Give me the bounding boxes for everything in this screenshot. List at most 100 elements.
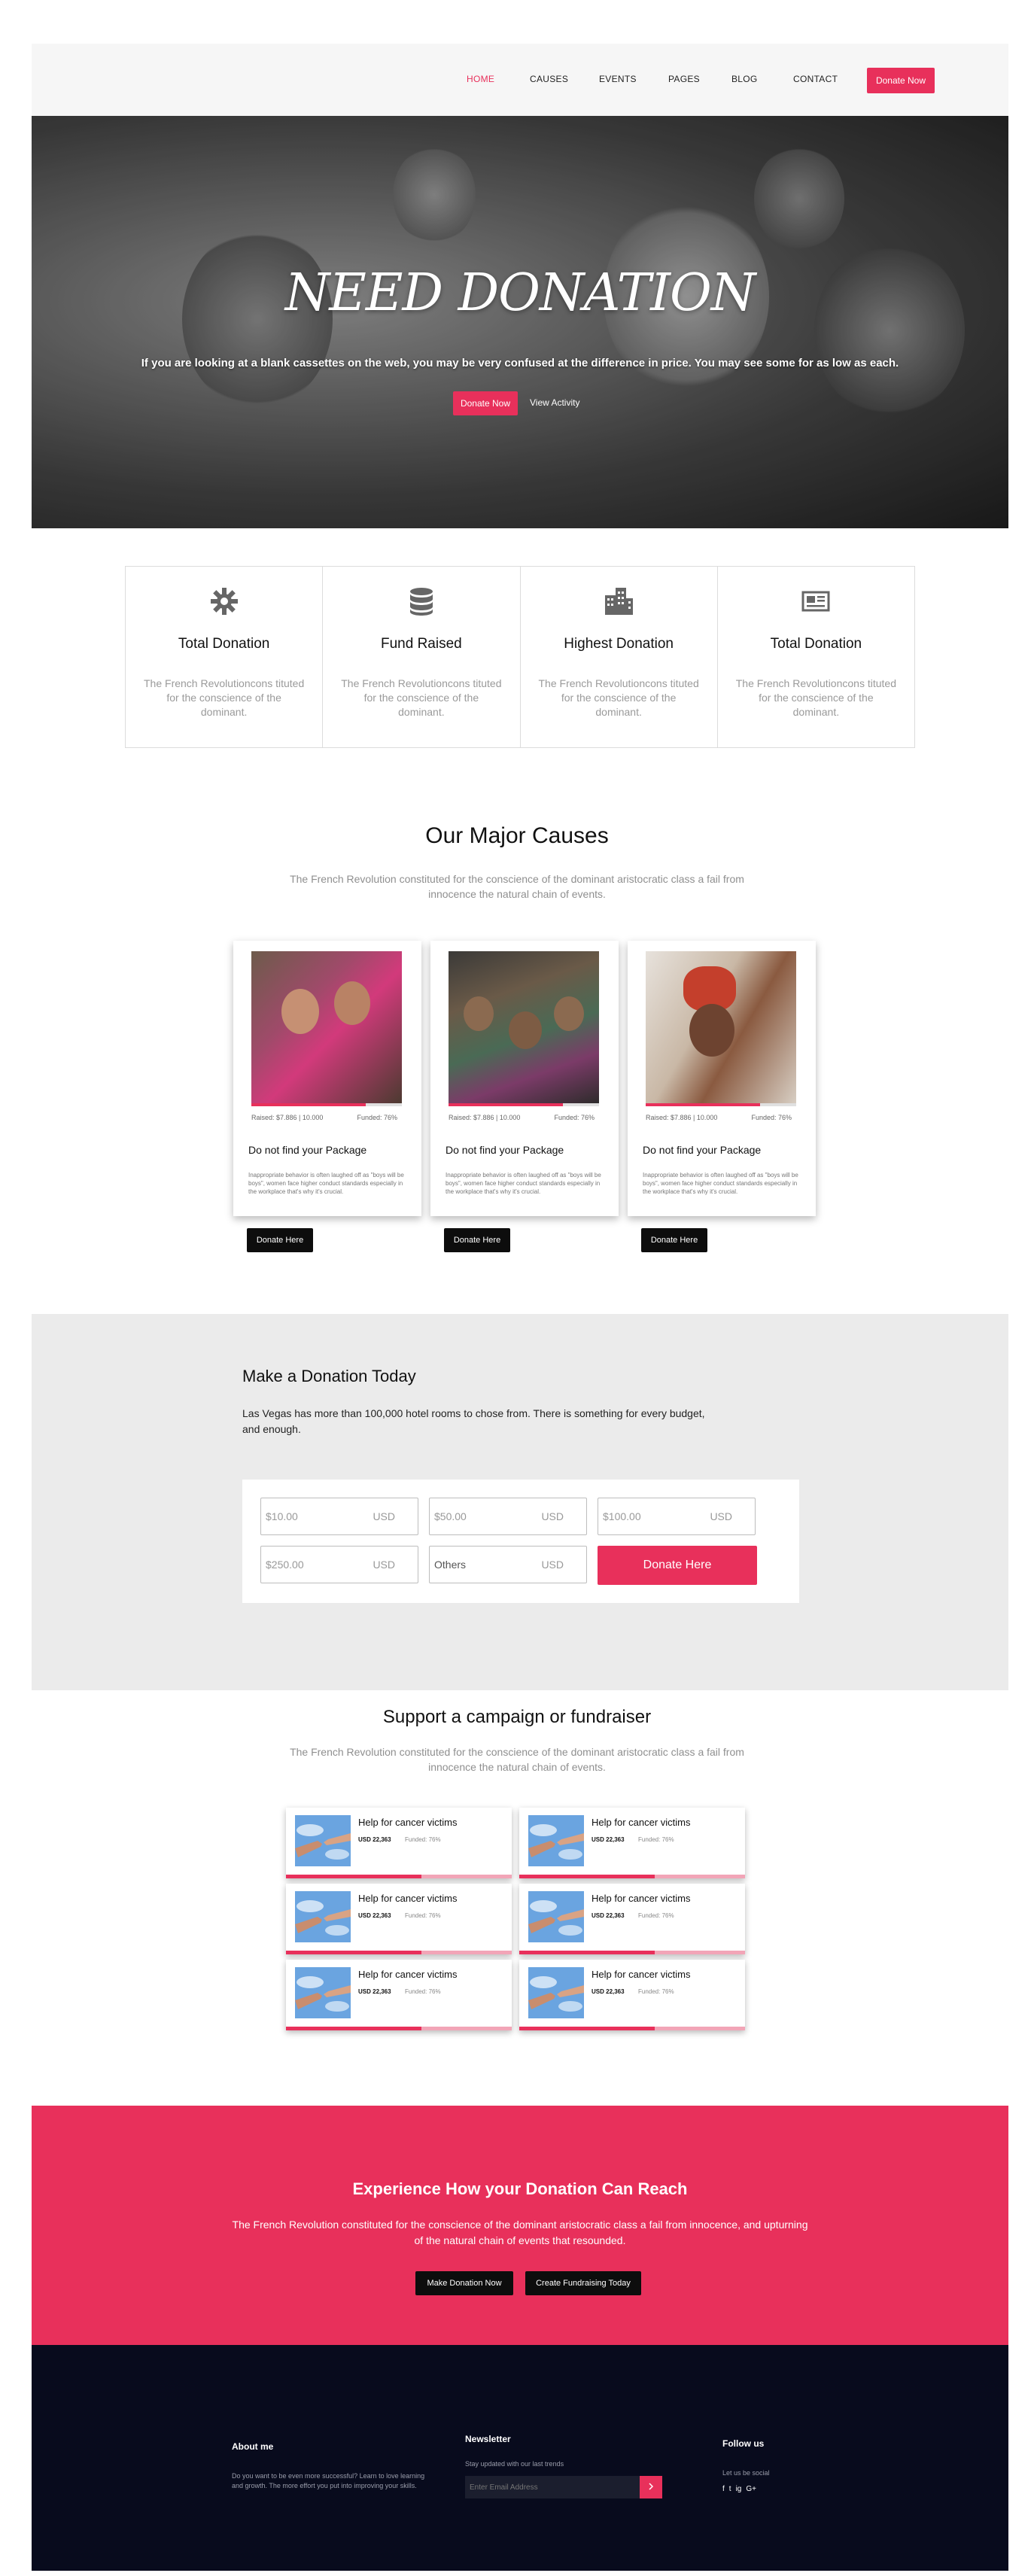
twitter-icon[interactable]: t (729, 2485, 731, 2493)
create-fundraising-button[interactable]: Create Fundraising Today (525, 2271, 641, 2295)
nav-blog[interactable]: BLOG (731, 74, 758, 84)
cause-meta: Raised: $7.886 | 10.000 Funded: 76% (449, 1114, 599, 1121)
cta-text: The French Revolution constituted for th… (232, 2219, 808, 2246)
footer-newsletter-title: Newsletter (465, 2434, 511, 2444)
stat-card: Fund Raised The French Revolutioncons ti… (323, 567, 521, 747)
fundraiser-card[interactable]: Help for cancer victims USD 22,363 Funded:… (519, 1808, 745, 1878)
fundraiser-title: Support a campaign or fundraiser (382, 1707, 652, 1727)
fundraiser-photo (295, 1967, 351, 2018)
amount-value: $10.00 (266, 1510, 298, 1522)
nav-pages[interactable]: PAGES (668, 74, 700, 84)
instagram-icon[interactable]: ig (736, 2485, 742, 2493)
nav-donate-button[interactable]: Donate Now (867, 68, 935, 93)
cause-meta: Raised: $7.886 | 10.000 Funded: 76% (251, 1114, 402, 1121)
amount-option[interactable]: $250.00 USD (260, 1546, 418, 1583)
fundraiser-progress (286, 2027, 512, 2030)
donation-section: Make a Donation Today Las Vegas has more… (32, 1314, 1008, 1690)
newsletter-submit-button[interactable] (640, 2476, 662, 2498)
fundraiser-card[interactable]: Help for cancer victims USD 22,363 Funded:… (286, 1960, 512, 2030)
fundraiser-card[interactable]: Help for cancer victims USD 22,363 Funded:… (519, 1960, 745, 2030)
nav-home[interactable]: HOME (467, 74, 494, 84)
amount-others-field[interactable]: Others USD (429, 1546, 587, 1583)
donation-lead: Las Vegas has more than 100,000 hotel ro… (242, 1407, 705, 1435)
amount-unit: USD (373, 1559, 395, 1571)
nav-contact[interactable]: CONTACT (793, 74, 838, 84)
fundraiser-photo (528, 1891, 584, 1942)
footer-follow-title: Follow us (722, 2438, 765, 2449)
helping-hands-image (295, 1891, 351, 1942)
stats-row: Total Donation The French Revolutioncons… (125, 566, 915, 748)
amount-value: $250.00 (266, 1559, 304, 1571)
cause-donate-button[interactable]: Donate Here (641, 1228, 707, 1252)
gear-icon (210, 588, 238, 615)
building-icon (605, 588, 634, 615)
fundraiser-photo (295, 1815, 351, 1866)
helping-hands-image (528, 1967, 584, 2018)
cause-progress (449, 1103, 599, 1106)
footer: About me Do you want to be even more suc… (32, 2345, 1008, 2571)
nav-causes[interactable]: CAUSES (530, 74, 568, 84)
newsletter-email-input[interactable] (465, 2476, 640, 2498)
hero-donate-button[interactable]: Donate Now (453, 391, 518, 415)
fundraiser-amount: USD 22,363 (592, 1988, 625, 1995)
fundraiser-funded: Funded: 76% (405, 1836, 441, 1843)
fundraiser-desc: The French Revolution constituted for th… (290, 1746, 744, 1773)
make-donation-button[interactable]: Make Donation Now (415, 2271, 513, 2295)
cause-card: Raised: $7.886 | 10.000 Funded: 76% Do n… (628, 941, 816, 1252)
fundraiser-funded: Funded: 76% (638, 1912, 674, 1919)
nav-events[interactable]: EVENTS (599, 74, 637, 84)
fundraiser-amount: USD 22,363 (592, 1836, 625, 1843)
fundraiser-photo (528, 1967, 584, 2018)
stat-title: Total Donation (770, 636, 862, 652)
top-navbar: HOME CAUSES EVENTS PAGES BLOG CONTACT Do… (32, 44, 1008, 116)
cause-progress-fill (449, 1103, 563, 1106)
amount-value: $50.00 (434, 1510, 467, 1522)
fundraiser-funded: Funded: 76% (405, 1912, 441, 1919)
cause-funded: Funded: 76% (751, 1114, 792, 1121)
fundraiser-card[interactable]: Help for cancer victims USD 22,363 Funded:… (286, 1808, 512, 1878)
helping-hands-image (295, 1967, 351, 2018)
cause-meta: Raised: $7.886 | 10.000 Funded: 76% (646, 1114, 796, 1121)
fundraiser-progress-fill (286, 1951, 421, 1954)
stat-text: The French Revolutioncons tituted for th… (341, 677, 502, 718)
cause-text: Inappropriate behavior is often laughed … (643, 1172, 798, 1195)
fundraiser-title: Help for cancer victims (358, 1969, 458, 1980)
cause-photo (251, 951, 402, 1105)
cause-raised: Raised: $7.886 | 10.000 (646, 1114, 718, 1121)
facebook-icon[interactable]: f (722, 2485, 725, 2493)
amount-option[interactable]: $10.00 USD (260, 1498, 418, 1535)
main-menu: HOME CAUSES EVENTS PAGES BLOG CONTACT (32, 44, 1008, 116)
fundraiser-photo (295, 1891, 351, 1942)
fundraiser-card[interactable]: Help for cancer victims USD 22,363 Funded:… (286, 1884, 512, 1954)
fundraiser-progress-fill (286, 1875, 421, 1878)
view-activity-link[interactable]: View Activity (530, 397, 579, 408)
fundraiser-title: Help for cancer victims (358, 1817, 458, 1828)
cause-progress (646, 1103, 796, 1106)
cause-raised: Raised: $7.886 | 10.000 (251, 1114, 324, 1121)
fundraiser-amount: USD 22,363 (358, 1836, 391, 1843)
amount-option[interactable]: $50.00 USD (429, 1498, 587, 1535)
amount-unit: USD (373, 1510, 395, 1522)
fundraiser-progress (519, 1875, 745, 1878)
hero-banner: NEED DONATION If you are looking at a bl… (32, 116, 1008, 528)
cause-text: Inappropriate behavior is often laughed … (248, 1172, 404, 1195)
stat-card: Total Donation The French Revolutioncons… (718, 567, 914, 747)
cause-photo (646, 951, 796, 1105)
donate-here-button[interactable]: Donate Here (598, 1546, 757, 1585)
cause-title: Do not find your Package (643, 1144, 762, 1156)
fundraiser-funded: Funded: 76% (405, 1988, 441, 1995)
amount-option[interactable]: $100.00 USD (598, 1498, 756, 1535)
cause-donate-button[interactable]: Donate Here (444, 1228, 510, 1252)
amount-value: $100.00 (603, 1510, 641, 1522)
fundraiser-funded: Funded: 76% (638, 1988, 674, 1995)
fundraiser-card[interactable]: Help for cancer victims USD 22,363 Funded:… (519, 1884, 745, 1954)
cause-title: Do not find your Package (446, 1144, 564, 1156)
fundraiser-progress-fill (519, 1875, 655, 1878)
cause-donate-button[interactable]: Donate Here (247, 1228, 313, 1252)
helping-hands-image (295, 1815, 351, 1866)
cause-photo (449, 951, 599, 1105)
footer-newsletter-text: Stay updated with our last trends (465, 2460, 564, 2468)
cta-section: Experience How your Donation Can Reach T… (32, 2106, 1008, 2345)
google-plus-icon[interactable]: G+ (746, 2485, 756, 2493)
donation-title: Make a Donation Today (242, 1367, 416, 1385)
